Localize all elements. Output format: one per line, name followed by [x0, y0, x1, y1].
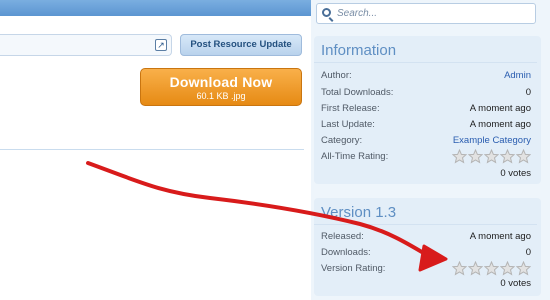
information-heading: Information: [314, 36, 537, 63]
download-file-info: 60.1 KB .jpg: [196, 91, 246, 101]
information-block: Information Author: Admin Total Download…: [314, 36, 541, 184]
all-time-rating-stars[interactable]: [451, 149, 531, 164]
download-now-button[interactable]: Download Now 60.1 KB .jpg: [140, 68, 302, 106]
version-block: Version 1.3 Released: A moment ago Downl…: [314, 198, 541, 296]
version-label: Released:: [321, 231, 364, 242]
star-icon[interactable]: [516, 261, 531, 276]
info-row-category: Category: Example Category: [321, 134, 531, 148]
author-link[interactable]: Admin: [504, 69, 531, 83]
star-icon[interactable]: [484, 149, 499, 164]
star-icon[interactable]: [500, 149, 515, 164]
info-row-last-update: Last Update: A moment ago: [321, 118, 531, 132]
resource-main: ↗ Post Resource Update Download Now 60.1…: [0, 16, 310, 300]
search-box[interactable]: [316, 3, 536, 24]
star-icon[interactable]: [468, 261, 483, 276]
info-label: First Release:: [321, 103, 380, 114]
info-label: Author:: [321, 70, 352, 81]
version-label: Downloads:: [321, 247, 371, 258]
star-icon[interactable]: [452, 149, 467, 164]
version-rating-stars[interactable]: [451, 261, 531, 276]
search-input[interactable]: [337, 6, 527, 21]
version-row-rating: Version Rating:: [321, 261, 531, 276]
info-label: Total Downloads:: [321, 87, 394, 98]
version-value: A moment ago: [469, 231, 531, 242]
star-icon[interactable]: [500, 261, 515, 276]
info-value: A moment ago: [469, 103, 531, 114]
info-row-total-downloads: Total Downloads: 0: [321, 86, 531, 100]
search-icon: [322, 8, 331, 17]
all-time-votes: 0 votes: [500, 168, 531, 179]
info-row-first-release: First Release: A moment ago: [321, 102, 531, 116]
info-row-author: Author: Admin: [321, 69, 531, 83]
version-label: Version Rating:: [321, 263, 386, 274]
star-icon[interactable]: [516, 149, 531, 164]
version-row-downloads: Downloads: 0: [321, 246, 531, 260]
version-heading: Version 1.3: [314, 198, 537, 225]
version-value: 0: [525, 247, 531, 258]
star-icon[interactable]: [484, 261, 499, 276]
version-votes: 0 votes: [500, 278, 531, 289]
version-row-released: Released: A moment ago: [321, 230, 531, 244]
external-link-icon[interactable]: ↗: [155, 39, 167, 51]
info-label: Category:: [321, 135, 363, 146]
info-value: A moment ago: [469, 119, 531, 130]
resource-title-bar: ↗: [0, 34, 172, 56]
sidebar: Information Author: Admin Total Download…: [311, 0, 550, 300]
info-label: All-Time Rating:: [321, 151, 389, 162]
divider: [0, 149, 304, 150]
info-label: Last Update:: [321, 119, 375, 130]
info-row-all-time-rating: All-Time Rating:: [321, 149, 531, 164]
download-label: Download Now: [169, 74, 273, 90]
post-resource-update-button[interactable]: Post Resource Update: [180, 34, 302, 56]
category-link[interactable]: Example Category: [453, 134, 531, 148]
star-icon[interactable]: [452, 261, 467, 276]
info-value: 0: [525, 87, 531, 98]
star-icon[interactable]: [468, 149, 483, 164]
